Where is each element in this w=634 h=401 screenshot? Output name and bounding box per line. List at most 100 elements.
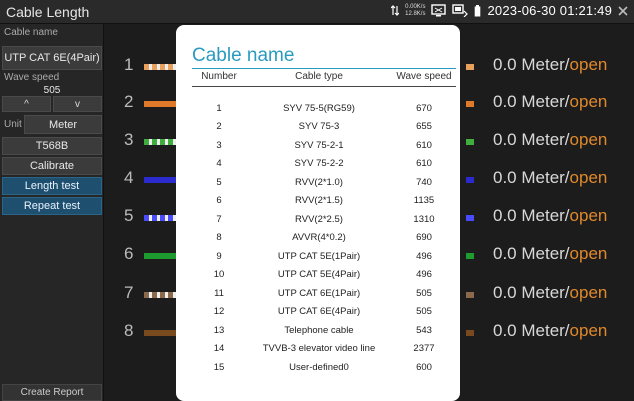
row-number: 9	[216, 250, 222, 262]
table-row[interactable]: 15 User-defined0 600	[192, 358, 456, 377]
unit-selector[interactable]: Meter	[24, 115, 102, 134]
dialog-title: Cable name	[192, 45, 295, 66]
pair-number: 3	[124, 130, 134, 149]
table-row[interactable]: 5 RVV(2*1.0) 740	[192, 173, 456, 192]
row-cable-type: RVV(2*2.5)	[295, 213, 343, 225]
row-cable-type: AVVR(4*0.2)	[292, 232, 346, 244]
pair-number: 1	[124, 55, 134, 74]
table-row[interactable]: 1 SYV 75-5(RG59) 670	[192, 99, 456, 118]
row-wave-speed: 543	[416, 324, 432, 336]
pair-reading: 0.0 Meter/open	[493, 321, 607, 341]
cable-type-list[interactable]: 1 SYV 75-5(RG59) 670 2 SYV 75-3 655 3 SYV 75-…	[192, 99, 456, 395]
table-row[interactable]: 2 SYV 75-3 655	[192, 118, 456, 137]
row-cable-type: SYV 75-2-1	[294, 139, 344, 151]
table-row[interactable]: 11 UTP CAT 6E(1Pair) 505	[192, 284, 456, 303]
row-cable-type: UTP CAT 6E(4Pair)	[277, 306, 361, 318]
table-row[interactable]: 10 UTP CAT 5E(4Pair) 496	[192, 266, 456, 285]
row-number: 8	[216, 232, 222, 244]
length-value: 0.0 Meter/	[493, 206, 570, 225]
header-wave-speed: Wave speed	[396, 71, 452, 82]
length-value: 0.0 Meter/	[493, 321, 570, 340]
screen-icon[interactable]	[431, 4, 447, 17]
table-row[interactable]: 7 RVV(2*2.5) 1310	[192, 210, 456, 229]
row-number: 3	[216, 139, 222, 151]
length-value: 0.0 Meter/	[493, 244, 570, 263]
calibrate-button[interactable]: Calibrate	[2, 157, 102, 175]
row-wave-speed: 610	[416, 158, 432, 170]
wave-speed-value: 505	[43, 85, 61, 96]
pair-number: 2	[124, 92, 134, 111]
wiring-standard-button[interactable]: T568B	[2, 137, 102, 155]
row-wave-speed: 496	[416, 269, 432, 281]
row-number: 4	[216, 158, 222, 170]
repeat-test-button[interactable]: Repeat test	[2, 197, 102, 215]
length-test-button[interactable]: Length test	[2, 177, 102, 195]
cable-name-dialog: Cable name Number Cable type Wave speed …	[176, 25, 460, 401]
row-cable-type: User-defined0	[289, 361, 349, 373]
table-row[interactable]: 8 AVVR(4*0.2) 690	[192, 229, 456, 248]
row-number: 2	[216, 121, 222, 133]
row-cable-type: UTP CAT 5E(1Pair)	[277, 250, 361, 262]
table-row[interactable]: 12 UTP CAT 6E(4Pair) 505	[192, 303, 456, 322]
open-status: open	[569, 92, 608, 111]
open-status: open	[569, 206, 608, 225]
row-number: 13	[213, 324, 225, 336]
row-number: 6	[216, 195, 222, 207]
wire-end-8	[466, 330, 474, 336]
monitor-link-icon[interactable]	[452, 4, 469, 17]
pair-reading: 0.0 Meter/open	[493, 206, 607, 226]
wire-end-1	[466, 64, 474, 70]
row-wave-speed: 655	[416, 121, 432, 133]
row-cable-type: TVVB-3 elevator video line	[262, 343, 376, 355]
pair-number: 8	[124, 321, 134, 340]
row-wave-speed: 1310	[413, 213, 435, 225]
open-status: open	[569, 168, 608, 187]
length-value: 0.0 Meter/	[493, 283, 570, 302]
row-wave-speed: 690	[416, 232, 432, 244]
pair-reading: 0.0 Meter/open	[493, 130, 607, 150]
battery-icon	[474, 4, 481, 17]
header-number: Number	[201, 71, 237, 82]
network-arrows-icon	[391, 5, 400, 16]
row-number: 10	[213, 269, 225, 281]
network-speed: 0.00K/s 12.8K/s	[405, 4, 425, 18]
row-number: 5	[216, 176, 222, 188]
wire-end-6	[466, 253, 474, 259]
wire-end-4	[466, 177, 474, 183]
length-value: 0.0 Meter/	[493, 130, 570, 149]
pair-number: 5	[124, 206, 134, 225]
length-value: 0.0 Meter/	[493, 168, 570, 187]
close-icon[interactable]	[618, 5, 628, 16]
pair-reading: 0.0 Meter/open	[493, 283, 607, 303]
wave-speed-stepper: ^ v	[2, 96, 102, 112]
chevron-down-icon: v	[75, 98, 80, 110]
increase-button[interactable]: ^	[2, 96, 51, 112]
row-number: 11	[214, 287, 224, 299]
open-status: open	[569, 321, 608, 340]
table-row[interactable]: 3 SYV 75-2-1 610	[192, 136, 456, 155]
pair-reading: 0.0 Meter/open	[493, 244, 607, 264]
row-cable-type: RVV(2*1.0)	[295, 176, 343, 188]
table-row[interactable]: 14 TVVB-3 elevator video line 2377	[192, 340, 456, 359]
title-divider	[192, 68, 456, 69]
row-cable-type: Telephone cable	[284, 324, 354, 336]
pair-number: 4	[124, 168, 134, 187]
net-down: 12.8K/s	[405, 10, 426, 17]
cable-name-selector[interactable]: UTP CAT 6E(4Pair)	[2, 46, 102, 70]
decrease-button[interactable]: v	[53, 96, 102, 112]
status-bar: Cable Length 0.00K/s 12.8K/s 2023-06-30 …	[0, 0, 634, 24]
table-row[interactable]: 4 SYV 75-2-2 610	[192, 155, 456, 174]
table-row[interactable]: 9 UTP CAT 5E(1Pair) 496	[192, 247, 456, 266]
pair-reading: 0.0 Meter/open	[493, 168, 607, 188]
row-wave-speed: 740	[416, 176, 432, 188]
open-status: open	[569, 283, 608, 302]
table-row[interactable]: 13 Telephone cable 543	[192, 321, 456, 340]
row-wave-speed: 505	[416, 287, 432, 299]
row-wave-speed: 505	[416, 306, 432, 318]
row-cable-type: SYV 75-5(RG59)	[283, 102, 355, 114]
wave-speed-label: Wave speed	[4, 72, 60, 83]
create-report-button[interactable]: Create Report	[2, 384, 102, 401]
wire-end-7	[466, 292, 474, 298]
row-number: 7	[216, 213, 222, 225]
table-row[interactable]: 6 RVV(2*1.5) 1135	[192, 192, 456, 211]
